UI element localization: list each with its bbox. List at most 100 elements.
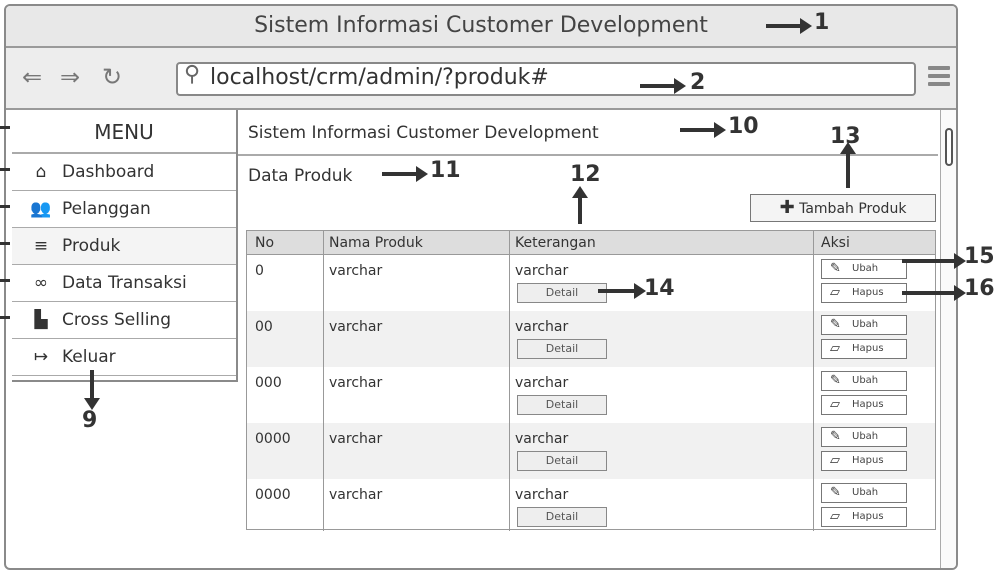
sidebar-item-label: Cross Selling xyxy=(62,310,171,330)
column-divider xyxy=(323,231,324,531)
sidebar-item-produk[interactable]: ≡ Produk xyxy=(12,228,236,265)
annotation-arrow xyxy=(382,166,428,182)
annotation-tick xyxy=(0,279,10,282)
sidebar-item-dashboard[interactable]: ⌂ Dashboard xyxy=(12,154,236,191)
cell-no: 0 xyxy=(255,263,264,279)
annotation-tick xyxy=(0,126,10,129)
delete-button[interactable]: ▱ Hapus xyxy=(821,339,907,359)
cell-keterangan: varchar xyxy=(515,319,569,335)
eraser-icon: ▱ xyxy=(830,453,840,468)
delete-label: Hapus xyxy=(852,511,884,522)
file-icon: ▙ xyxy=(34,310,48,330)
detail-button[interactable]: Detail xyxy=(517,395,607,415)
column-header-no: No xyxy=(255,235,275,251)
search-icon: ⚲ xyxy=(184,62,201,87)
plus-icon: ✚ xyxy=(779,197,795,218)
address-url: localhost/crm/admin/?produk# xyxy=(210,65,549,90)
detail-button[interactable]: Detail xyxy=(517,507,607,527)
detail-button[interactable]: Detail xyxy=(517,283,607,303)
eraser-icon: ▱ xyxy=(830,285,840,300)
annotation-label-1: 1 xyxy=(814,10,830,35)
column-divider xyxy=(509,231,510,531)
cell-nama: varchar xyxy=(329,375,383,391)
detail-button[interactable]: Detail xyxy=(517,339,607,359)
cell-no: 0000 xyxy=(255,487,291,503)
product-table: No Nama Produk Keterangan Aksi 0 varchar… xyxy=(246,230,936,531)
cell-no: 00 xyxy=(255,319,273,335)
edit-icon: ✎ xyxy=(830,317,841,332)
annotation-label-15: 15 xyxy=(964,244,994,269)
link-icon: ∞ xyxy=(33,273,49,293)
sidebar-item-keluar[interactable]: ↦ Keluar xyxy=(12,339,236,376)
page-title: Data Produk xyxy=(248,166,353,186)
sidebar-item-label: Pelanggan xyxy=(62,199,151,219)
column-header-keterangan: Keterangan xyxy=(515,235,596,251)
cell-nama: varchar xyxy=(329,487,383,503)
annotation-label-10: 10 xyxy=(728,114,759,139)
sidebar-item-data-transaksi[interactable]: ∞ Data Transaksi xyxy=(12,265,236,302)
annotation-arrow xyxy=(84,370,100,410)
delete-button[interactable]: ▱ Hapus xyxy=(821,451,907,471)
column-divider xyxy=(813,231,814,531)
sidebar-heading: MENU xyxy=(12,110,236,154)
sidebar-item-pelanggan[interactable]: 👥 Pelanggan xyxy=(12,191,236,228)
cell-nama: varchar xyxy=(329,319,383,335)
left-arrow-icon[interactable]: ⇐ xyxy=(22,62,42,92)
annotation-label-12: 12 xyxy=(570,162,601,187)
list-icon: ≡ xyxy=(33,236,49,256)
annotation-arrow xyxy=(680,122,726,138)
edit-button[interactable]: ✎ Ubah xyxy=(821,371,907,391)
annotation-label-2: 2 xyxy=(690,70,706,95)
column-header-nama: Nama Produk xyxy=(329,235,423,251)
edit-button[interactable]: ✎ Ubah xyxy=(821,483,907,503)
hamburger-icon[interactable] xyxy=(928,66,950,88)
detail-button[interactable]: Detail xyxy=(517,451,607,471)
delete-button[interactable]: ▱ Hapus xyxy=(821,283,907,303)
annotation-arrow xyxy=(598,283,646,299)
eraser-icon: ▱ xyxy=(830,509,840,524)
cell-no: 0000 xyxy=(255,431,291,447)
edit-button[interactable]: ✎ Ubah xyxy=(821,259,907,279)
annotation-arrow xyxy=(902,285,966,301)
cell-nama: varchar xyxy=(329,263,383,279)
delete-label: Hapus xyxy=(852,455,884,466)
annotation-label-14: 14 xyxy=(644,276,675,301)
annotation-arrow xyxy=(840,142,856,188)
sidebar-item-cross-selling[interactable]: ▙ Cross Selling xyxy=(12,302,236,339)
edit-icon: ✎ xyxy=(830,429,841,444)
sidebar-item-label: Keluar xyxy=(62,347,116,367)
annotation-arrow xyxy=(640,78,686,94)
table-row: 00 varchar varchar Detail ✎ Ubah ▱ Hapus xyxy=(247,311,935,367)
annotation-tick xyxy=(0,242,10,245)
annotation-arrow xyxy=(572,186,588,224)
edit-button[interactable]: ✎ Ubah xyxy=(821,427,907,447)
cell-keterangan: varchar xyxy=(515,263,569,279)
logout-icon: ↦ xyxy=(33,347,49,367)
eraser-icon: ▱ xyxy=(830,341,840,356)
vertical-scrollbar[interactable] xyxy=(940,110,956,568)
scrollbar-thumb[interactable] xyxy=(945,128,953,166)
delete-button[interactable]: ▱ Hapus xyxy=(821,395,907,415)
cell-nama: varchar xyxy=(329,431,383,447)
sidebar-item-label: Produk xyxy=(62,236,121,256)
delete-button[interactable]: ▱ Hapus xyxy=(821,507,907,527)
edit-button[interactable]: ✎ Ubah xyxy=(821,315,907,335)
table-header: No Nama Produk Keterangan Aksi xyxy=(247,231,935,255)
cell-keterangan: varchar xyxy=(515,375,569,391)
edit-label: Ubah xyxy=(852,263,879,274)
cell-keterangan: varchar xyxy=(515,431,569,447)
address-bar[interactable]: ⚲ localhost/crm/admin/?produk# xyxy=(176,62,916,96)
edit-label: Ubah xyxy=(852,375,879,386)
users-icon: 👥 xyxy=(30,199,52,219)
edit-label: Ubah xyxy=(852,319,879,330)
right-arrow-icon[interactable]: ⇒ xyxy=(60,62,80,92)
reload-icon[interactable]: ↻ xyxy=(102,62,122,92)
edit-label: Ubah xyxy=(852,431,879,442)
browser-window: Sistem Informasi Customer Development ⇐ … xyxy=(4,4,958,570)
annotation-label-11: 11 xyxy=(430,158,461,183)
add-product-button[interactable]: ✚ Tambah Produk xyxy=(750,194,936,222)
add-product-label: Tambah Produk xyxy=(799,201,907,217)
browser-toolbar: ⇐ ⇒ ↻ ⚲ localhost/crm/admin/?produk# xyxy=(6,48,956,110)
annotation-arrow xyxy=(766,18,812,34)
annotation-tick xyxy=(0,205,10,208)
